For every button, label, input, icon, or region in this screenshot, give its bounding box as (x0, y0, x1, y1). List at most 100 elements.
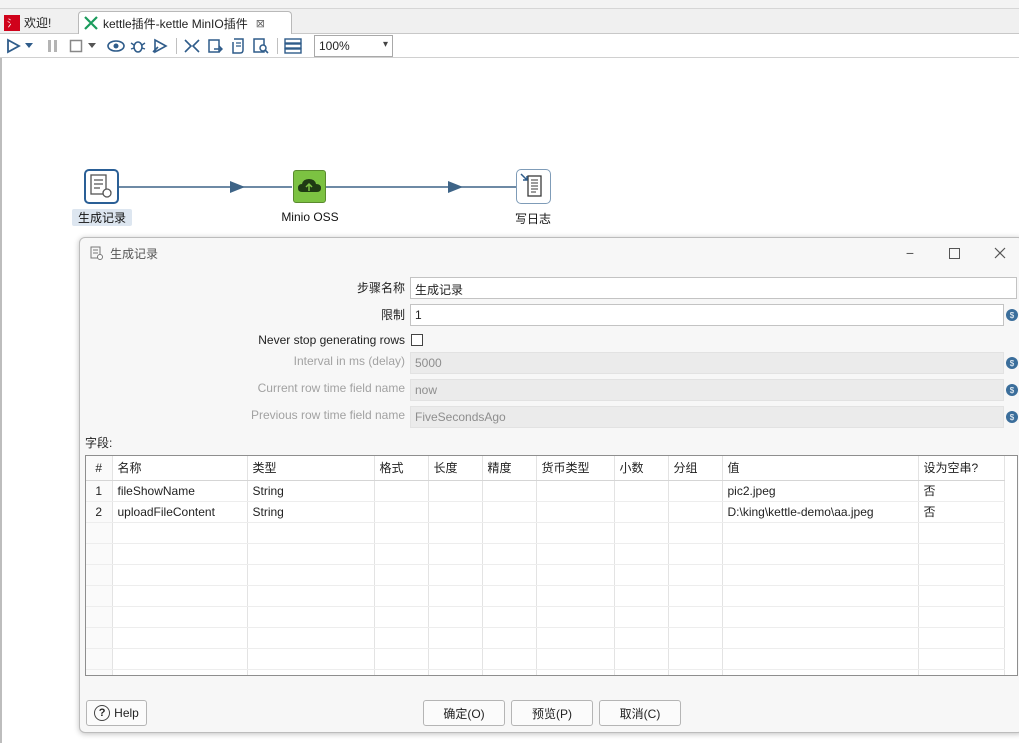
run-options-icon[interactable] (24, 37, 34, 55)
help-icon: ? (94, 705, 111, 721)
run-icon[interactable] (4, 37, 22, 55)
column-header-currency[interactable]: 货币类型 (536, 456, 615, 481)
cell-precision[interactable] (482, 501, 537, 523)
close-icon[interactable] (992, 245, 1008, 261)
cell-length[interactable] (428, 501, 483, 523)
impact-icon[interactable] (206, 37, 224, 55)
generate-rows-icon (90, 246, 103, 260)
cell-currency[interactable] (536, 501, 615, 523)
column-header-name[interactable]: 名称 (112, 456, 248, 481)
cell-value[interactable]: pic2.jpeg (722, 480, 919, 502)
table-row[interactable]: 1 fileShowName String pic2.jpeg 否 (86, 480, 1005, 502)
step-name-label: 步骤名称 (356, 281, 405, 295)
cell-format[interactable] (374, 480, 429, 502)
pause-icon[interactable] (44, 37, 62, 55)
empty-row[interactable] (86, 669, 1005, 675)
replay-icon[interactable] (151, 37, 169, 55)
variable-icon[interactable]: $ (1006, 357, 1018, 369)
chevron-down-icon: ▾ (382, 39, 388, 50)
column-header-group[interactable]: 分组 (668, 456, 723, 481)
step-generate-rows[interactable] (84, 169, 119, 204)
variable-icon[interactable]: $ (1006, 384, 1018, 396)
cell-decimal[interactable] (614, 501, 669, 523)
help-label: Help (114, 706, 139, 720)
editor-tabstrip: 氵 欢迎! kettle插件-kettle MinIO插件 ⊠ (0, 0, 1019, 34)
cell-name[interactable]: fileShowName (112, 480, 248, 502)
variable-icon[interactable]: $ (1006, 309, 1018, 321)
preview-icon[interactable] (107, 37, 125, 55)
fields-table[interactable]: # 名称 类型 格式 长度 精度 货币类型 小数 分组 值 设为空串? 1 fi… (85, 455, 1018, 676)
column-header-length[interactable]: 长度 (428, 456, 483, 481)
empty-row[interactable] (86, 585, 1005, 607)
hops-layer (118, 181, 516, 193)
cell-set-empty[interactable]: 否 (918, 480, 1005, 502)
verify-icon[interactable] (183, 37, 201, 55)
cell-name[interactable]: uploadFileContent (112, 501, 248, 523)
cell-type[interactable]: String (247, 480, 375, 502)
cancel-button[interactable]: 取消(C) (599, 700, 681, 726)
column-header-value[interactable]: 值 (722, 456, 919, 481)
cell-format[interactable] (374, 501, 429, 523)
row-number[interactable]: 1 (86, 480, 113, 502)
zoom-select[interactable]: 100% ▾ (314, 35, 393, 57)
limit-field[interactable]: 1 (410, 304, 1004, 326)
empty-row[interactable] (86, 648, 1005, 670)
tab-transformation[interactable]: kettle插件-kettle MinIO插件 ⊠ (78, 11, 292, 34)
empty-row[interactable] (86, 627, 1005, 649)
ok-button[interactable]: 确定(O) (423, 700, 505, 726)
stop-options-icon[interactable] (87, 37, 97, 55)
sql-icon[interactable] (229, 37, 247, 55)
cell-decimal[interactable] (614, 480, 669, 502)
help-button[interactable]: ? Help (86, 700, 147, 726)
maximize-icon[interactable] (946, 245, 962, 261)
cell-currency[interactable] (536, 480, 615, 502)
hop-arrow-icon (448, 181, 463, 193)
transformation-toolbar: 100% ▾ (0, 34, 1019, 58)
dialog-titlebar[interactable]: 生成记录 (80, 238, 1019, 268)
step-label: 写日志 (514, 212, 551, 226)
zoom-value: 100% (319, 39, 350, 53)
explore-db-icon[interactable] (252, 37, 270, 55)
empty-row[interactable] (86, 543, 1005, 565)
column-header-format[interactable]: 格式 (374, 456, 429, 481)
cell-group[interactable] (668, 480, 723, 502)
cell-type[interactable]: String (247, 501, 375, 523)
fields-label: 字段: (85, 436, 113, 450)
empty-row[interactable] (86, 564, 1005, 586)
step-minio-oss[interactable] (293, 170, 326, 203)
interval-field: 5000 (410, 352, 1004, 374)
column-header-number[interactable]: # (86, 456, 113, 481)
close-icon[interactable]: ⊠ (256, 17, 265, 30)
cell-value[interactable]: D:\king\kettle-demo\aa.jpeg (722, 501, 919, 523)
limit-label: 限制 (380, 308, 405, 322)
row-number[interactable]: 2 (86, 501, 113, 523)
generate-rows-dialog: 生成记录 − 步骤名称 生成记录 限制 1 $ Never stop gener… (79, 237, 1019, 733)
table-row[interactable]: 2 uploadFileContent String D:\king\kettl… (86, 501, 1005, 523)
empty-row[interactable] (86, 606, 1005, 628)
dialog-title: 生成记录 (110, 246, 159, 261)
empty-row[interactable] (86, 522, 1005, 544)
step-write-log[interactable] (516, 169, 551, 204)
column-header-set-empty[interactable]: 设为空串? (918, 456, 1005, 481)
variable-icon[interactable]: $ (1006, 411, 1018, 423)
column-header-type[interactable]: 类型 (247, 456, 375, 481)
preview-button[interactable]: 预览(P) (511, 700, 593, 726)
stop-icon[interactable] (67, 37, 85, 55)
debug-icon[interactable] (129, 37, 147, 55)
never-stop-checkbox[interactable] (411, 334, 423, 346)
cell-group[interactable] (668, 501, 723, 523)
cell-set-empty[interactable]: 否 (918, 501, 1005, 523)
tab-transformation-label: kettle插件-kettle MinIO插件 (103, 16, 248, 31)
window-top-edge (0, 0, 1019, 9)
cell-precision[interactable] (482, 480, 537, 502)
step-name-field[interactable]: 生成记录 (410, 277, 1017, 299)
show-results-icon[interactable] (284, 37, 302, 55)
previous-time-label: Previous row time field name (250, 408, 405, 422)
column-header-precision[interactable]: 精度 (482, 456, 537, 481)
never-stop-label: Never stop generating rows (258, 333, 405, 347)
column-header-decimal[interactable]: 小数 (614, 456, 669, 481)
tab-welcome[interactable]: 氵 欢迎! (2, 11, 76, 34)
current-time-label: Current row time field name (257, 381, 405, 395)
cell-length[interactable] (428, 480, 483, 502)
minimize-icon[interactable]: − (902, 245, 918, 261)
